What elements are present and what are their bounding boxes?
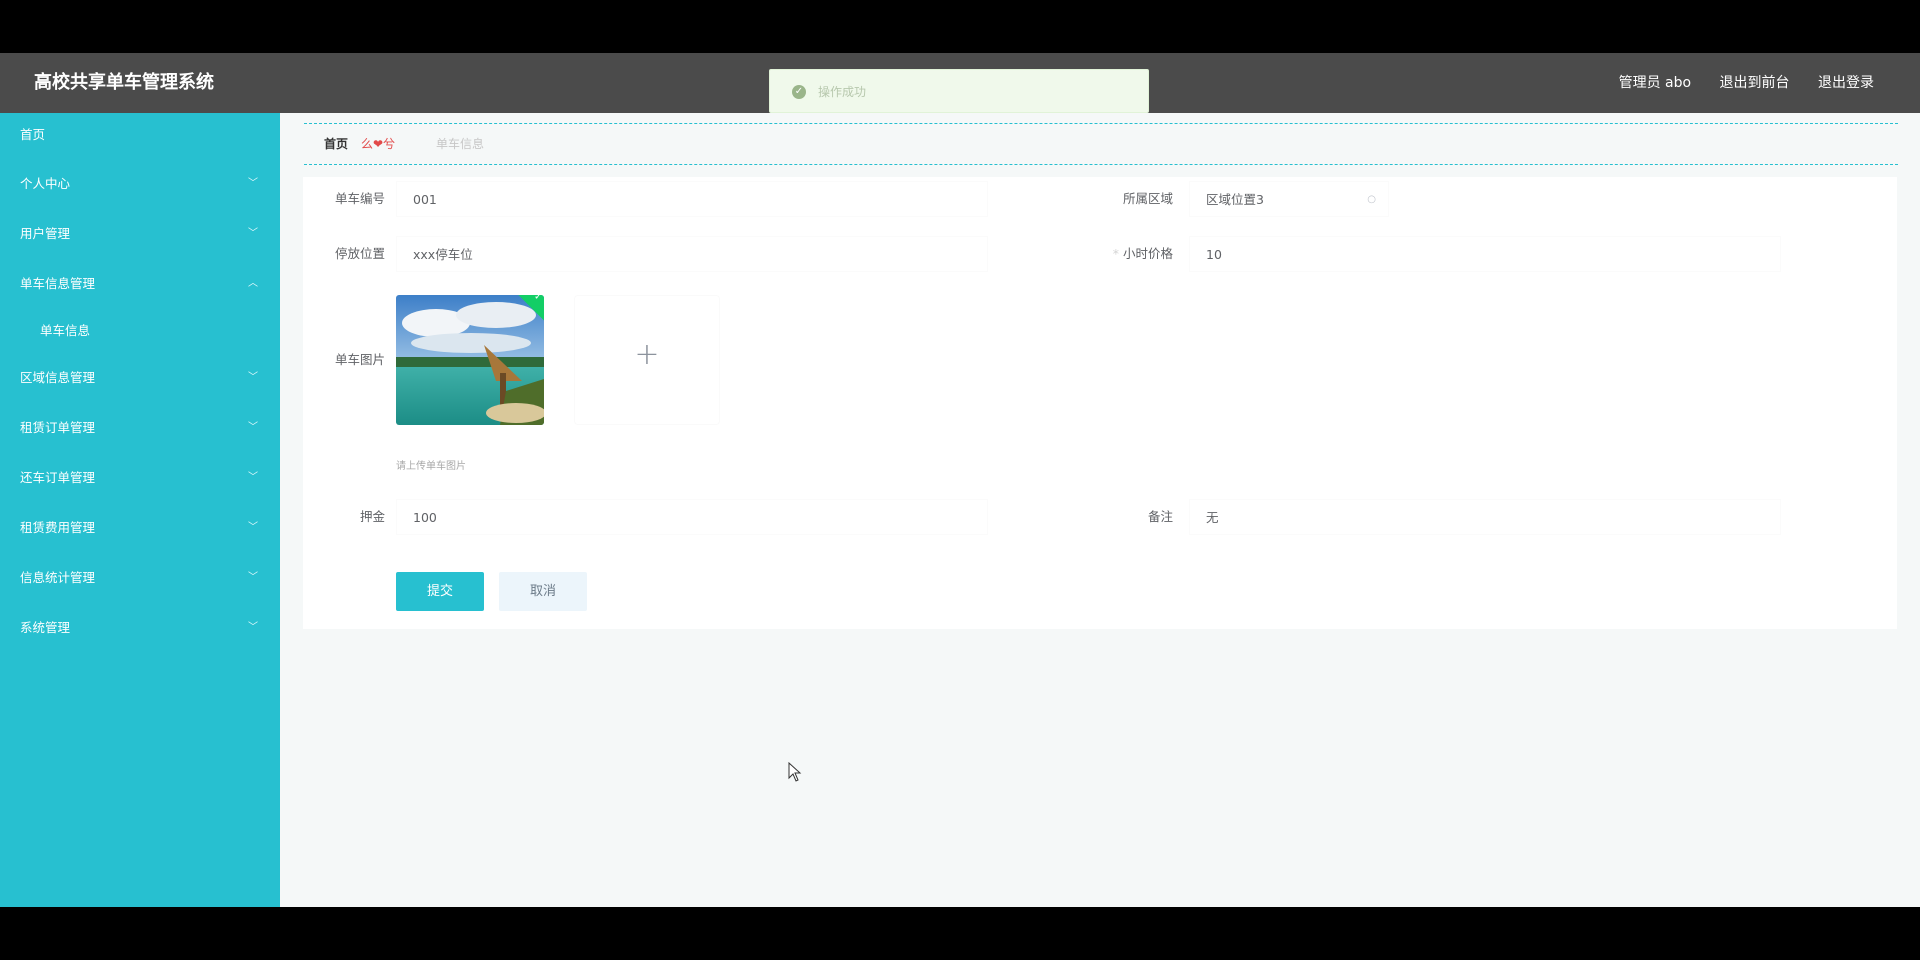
required-asterisk: *: [1112, 246, 1119, 261]
area-select[interactable]: 区域位置3 ○: [1189, 181, 1389, 217]
toast-message: 操作成功: [818, 85, 867, 99]
sidebar-item-area-management[interactable]: 区域信息管理 ﹀: [0, 353, 280, 403]
sidebar-item-rental-orders[interactable]: 租赁订单管理 ﹀: [0, 403, 280, 453]
chevron-down-icon: ﹀: [248, 178, 258, 189]
sidebar-item-label: 用户管理: [20, 226, 71, 241]
price-label-wrap: * 小时价格: [1093, 236, 1173, 272]
image-label: 单车图片: [334, 352, 385, 367]
sidebar-item-label: 首页: [20, 127, 46, 142]
app-window: 高校共享单车管理系统 管理员 abo 退出到前台 退出登录 ✓ 操作成功 首页 …: [0, 53, 1920, 907]
deposit-input[interactable]: 100: [396, 499, 988, 535]
price-input[interactable]: 10: [1189, 236, 1781, 272]
beach-photo: [396, 295, 544, 425]
bike-image-thumbnail[interactable]: ✓: [396, 295, 544, 425]
chevron-down-icon: ﹀: [248, 228, 258, 239]
sidebar-item-label: 系统管理: [20, 620, 71, 635]
bike-no-input[interactable]: 001: [396, 181, 988, 217]
sidebar-item-label: 区域信息管理: [20, 370, 96, 385]
park-label: 停放位置: [334, 246, 385, 261]
sidebar: 首页 个人中心 ﹀ 用户管理 ﹀ 单车信息管理 ︿ 单车信息 区域信息管理 ﹀ 租赁订单…: [0, 113, 280, 907]
bike-no-label: 单车编号: [334, 191, 385, 206]
success-check-icon: ✓: [792, 85, 806, 99]
chevron-down-icon: ﹀: [248, 472, 258, 483]
sidebar-item-label: 信息统计管理: [20, 570, 96, 585]
sidebar-item-label: 还车订单管理: [20, 470, 96, 485]
sidebar-item-bike-info-management[interactable]: 单车信息管理 ︿: [0, 259, 280, 309]
select-arrow-icon: ○: [1367, 194, 1376, 205]
area-label: 所属区域: [1122, 191, 1173, 206]
remark-label: 备注: [1147, 509, 1173, 524]
chevron-down-icon: ﹀: [248, 522, 258, 533]
main-content: 首页 么❤兮 单车信息 单车编号 001 所属区域 区域位置3 ○ 停放位置 x…: [280, 113, 1920, 907]
park-input[interactable]: xxx停车位: [396, 236, 988, 272]
chevron-down-icon: ﹀: [248, 572, 258, 583]
sidebar-item-personal-center[interactable]: 个人中心 ﹀: [0, 159, 280, 209]
deposit-label: 押金: [359, 509, 385, 524]
plus-icon: +: [634, 337, 660, 372]
breadcrumb-current: 单车信息: [436, 137, 485, 151]
sidebar-item-label: 单车信息管理: [20, 276, 96, 291]
cancel-button[interactable]: 取消: [499, 572, 587, 611]
mouse-cursor-icon: [788, 762, 802, 782]
success-toast: ✓ 操作成功: [769, 69, 1149, 113]
chevron-down-icon: ﹀: [248, 422, 258, 433]
brand-title: 高校共享单车管理系统: [34, 72, 214, 93]
sidebar-item-label: 单车信息: [40, 323, 91, 338]
chevron-up-icon: ︿: [248, 278, 258, 289]
edit-form: 单车编号 001 所属区域 区域位置3 ○ 停放位置 xxx停车位 * 小时价格 …: [303, 177, 1897, 629]
chevron-down-icon: ﹀: [248, 622, 258, 633]
logout-link[interactable]: 退出登录: [1818, 75, 1874, 91]
sidebar-item-user-management[interactable]: 用户管理 ﹀: [0, 209, 280, 259]
to-front-link[interactable]: 退出到前台: [1720, 75, 1790, 91]
price-label: 小时价格: [1122, 246, 1173, 261]
add-image-button[interactable]: +: [574, 295, 720, 425]
sidebar-item-return-orders[interactable]: 还车订单管理 ﹀: [0, 453, 280, 503]
admin-label: 管理员 abo: [1618, 75, 1692, 91]
top-links: 管理员 abo 退出到前台 退出登录: [1595, 53, 1874, 113]
remark-input[interactable]: 无: [1189, 499, 1781, 535]
sidebar-item-label: 租赁费用管理: [20, 520, 96, 535]
breadcrumb-home[interactable]: 首页: [324, 124, 348, 164]
upload-hint: 请上传单车图片: [396, 461, 466, 472]
sidebar-item-home[interactable]: 首页: [0, 113, 280, 159]
sidebar-item-label: 个人中心: [20, 176, 71, 191]
sidebar-item-rental-fees[interactable]: 租赁费用管理 ﹀: [0, 503, 280, 553]
heart-separator-icon: 么❤兮: [361, 137, 396, 151]
sidebar-item-statistics[interactable]: 信息统计管理 ﹀: [0, 553, 280, 603]
chevron-down-icon: ﹀: [248, 372, 258, 383]
sidebar-item-system-management[interactable]: 系统管理 ﹀: [0, 603, 280, 653]
area-select-value: 区域位置3: [1206, 192, 1264, 207]
breadcrumb: 首页 么❤兮 单车信息: [304, 123, 1898, 165]
top-bar: 高校共享单车管理系统 管理员 abo 退出到前台 退出登录 ✓ 操作成功: [0, 53, 1920, 113]
submit-button[interactable]: 提交: [396, 572, 484, 611]
sidebar-item-label: 租赁订单管理: [20, 420, 96, 435]
sidebar-subitem-bike-info[interactable]: 单车信息: [0, 309, 280, 353]
